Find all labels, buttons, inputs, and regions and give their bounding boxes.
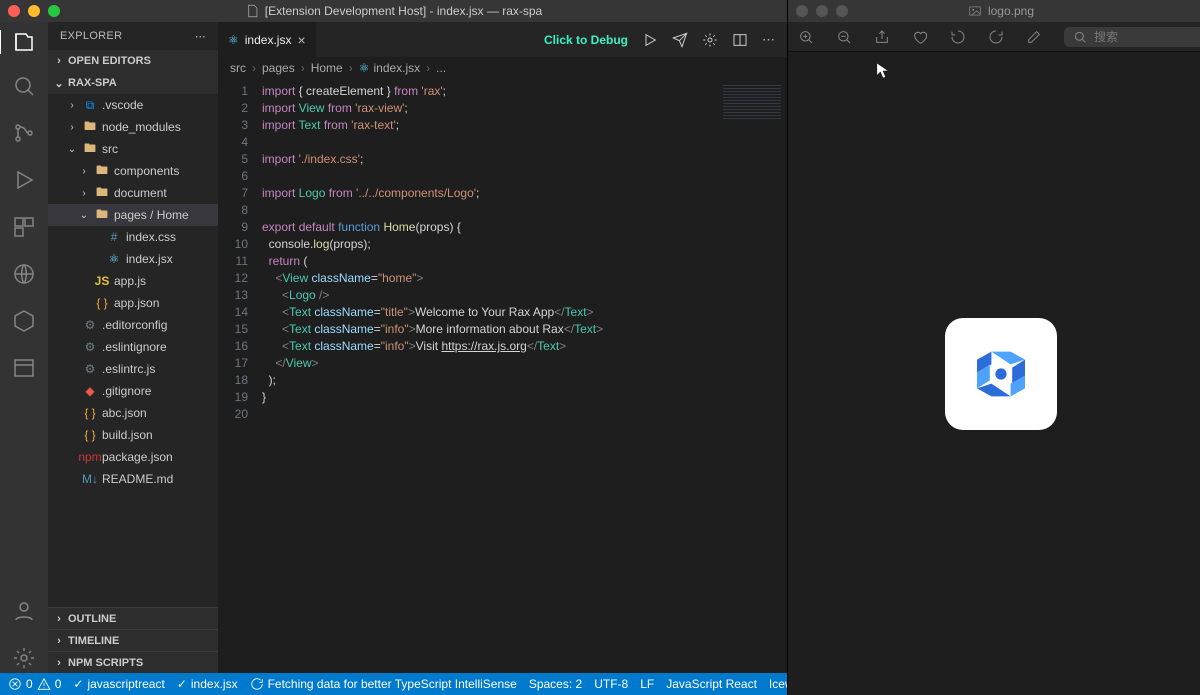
right-window-title: logo.png xyxy=(988,4,1034,18)
code[interactable]: import { createElement } from 'rax';impo… xyxy=(258,79,717,673)
heart-icon[interactable] xyxy=(912,29,928,45)
status-lang[interactable]: JavaScript React xyxy=(666,677,757,691)
tree-item-app-js[interactable]: JSapp.js xyxy=(48,270,218,292)
tabs-row: ⚛ index.jsx × Click to Debug ⋯ xyxy=(218,22,787,57)
split-editor-icon[interactable] xyxy=(732,32,748,48)
tree-item-package-json[interactable]: npmpackage.json xyxy=(48,446,218,468)
tab-index-jsx[interactable]: ⚛ index.jsx × xyxy=(218,22,317,57)
debug-hint: Click to Debug xyxy=(544,33,628,47)
sidebar: EXPLORER ⋯ ›OPEN EDITORS ⌄RAX-SPA ›⧉.vsc… xyxy=(48,22,218,673)
status-encoding[interactable]: UTF-8 xyxy=(594,677,628,691)
rotate-left-icon[interactable] xyxy=(950,29,966,45)
image-viewer-window: logo.png 搜索 xyxy=(787,0,1200,695)
breadcrumb-index-jsx[interactable]: ⚛ index.jsx xyxy=(359,61,420,75)
right-toolbar: 搜索 xyxy=(788,22,1200,52)
code-area[interactable]: 1234567891011121314151617181920 import {… xyxy=(218,79,787,673)
breadcrumb--[interactable]: ... xyxy=(436,61,446,75)
zoom-out-icon[interactable] xyxy=(836,29,852,45)
tree-item--gitignore[interactable]: ◆.gitignore xyxy=(48,380,218,402)
file-tree: ›⧉.vscode›🖿node_modules⌄🖿src›🖿components… xyxy=(48,94,218,607)
activity-iceworks[interactable] xyxy=(12,309,36,336)
search-icon xyxy=(1072,29,1088,45)
title-bar: [Extension Development Host] - index.jsx… xyxy=(0,0,787,22)
gutter: 1234567891011121314151617181920 xyxy=(218,79,258,673)
activity-scm[interactable] xyxy=(12,121,36,148)
tree-item--editorconfig[interactable]: ⚙.editorconfig xyxy=(48,314,218,336)
react-icon: ⚛ xyxy=(228,33,239,47)
activity-settings[interactable] xyxy=(12,646,36,673)
play-icon[interactable] xyxy=(642,32,658,48)
status-bar: 0 0 ✓ javascriptreact ✓ index.jsx Fetchi… xyxy=(0,673,787,695)
activity-panel-icon[interactable] xyxy=(12,356,36,383)
zoom-in-icon[interactable] xyxy=(798,29,814,45)
breadcrumb-home[interactable]: Home xyxy=(311,61,343,75)
send-icon[interactable] xyxy=(672,32,688,48)
search-placeholder: 搜索 xyxy=(1094,28,1118,45)
tab-label: index.jsx xyxy=(245,33,292,47)
rotate-right-icon[interactable] xyxy=(988,29,1004,45)
section-npm-scripts[interactable]: ›NPM SCRIPTS xyxy=(48,651,218,673)
status-eol[interactable]: LF xyxy=(640,677,654,691)
tree-item-components[interactable]: ›🖿components xyxy=(48,160,218,182)
search-input[interactable]: 搜索 xyxy=(1064,27,1200,47)
tab-close-icon[interactable]: × xyxy=(297,32,305,48)
activity-debug[interactable] xyxy=(12,168,36,195)
tree-item--vscode[interactable]: ›⧉.vscode xyxy=(48,94,218,116)
sidebar-more-icon[interactable]: ⋯ xyxy=(195,30,206,43)
tree-item-abc-json[interactable]: { }abc.json xyxy=(48,402,218,424)
tree-item--eslintrc-js[interactable]: ⚙.eslintrc.js xyxy=(48,358,218,380)
tree-item-node_modules[interactable]: ›🖿node_modules xyxy=(48,116,218,138)
breadcrumb-src[interactable]: src xyxy=(230,61,246,75)
vscode-window: [Extension Development Host] - index.jsx… xyxy=(0,0,787,695)
window-title: [Extension Development Host] - index.jsx… xyxy=(265,4,542,18)
traffic-lights xyxy=(8,5,60,17)
section-open-editors[interactable]: ›OPEN EDITORS xyxy=(48,50,218,72)
tree-item-document[interactable]: ›🖿document xyxy=(48,182,218,204)
minimap[interactable] xyxy=(717,79,787,673)
tree-item-index-css[interactable]: #index.css xyxy=(48,226,218,248)
breadcrumb-pages[interactable]: pages xyxy=(262,61,295,75)
sidebar-title: EXPLORER xyxy=(60,30,122,42)
fullscreen-window-button[interactable] xyxy=(836,5,848,17)
activity-account[interactable] xyxy=(12,599,36,626)
activity-search[interactable] xyxy=(12,74,36,101)
activity-bar xyxy=(0,22,48,673)
close-window-button[interactable] xyxy=(8,5,20,17)
activity-explorer[interactable] xyxy=(0,30,47,54)
status-spaces[interactable]: Spaces: 2 xyxy=(529,677,582,691)
editor: ⚛ index.jsx × Click to Debug ⋯ src›pages… xyxy=(218,22,787,673)
tree-item-src[interactable]: ⌄🖿src xyxy=(48,138,218,160)
edit-icon[interactable] xyxy=(1026,29,1042,45)
file-icon xyxy=(245,4,259,18)
status-message[interactable]: Fetching data for better TypeScript Inte… xyxy=(250,677,517,691)
logo-image xyxy=(945,318,1057,430)
status-lang-check[interactable]: ✓ javascriptreact xyxy=(73,677,164,691)
section-project[interactable]: ⌄RAX-SPA xyxy=(48,72,218,94)
tree-item-pages-home[interactable]: ⌄🖿pages / Home xyxy=(48,204,218,226)
image-icon xyxy=(968,4,982,18)
section-outline[interactable]: ›OUTLINE xyxy=(48,607,218,629)
right-title-bar: logo.png xyxy=(788,0,1200,22)
tree-item-app-json[interactable]: { }app.json xyxy=(48,292,218,314)
image-canvas[interactable] xyxy=(788,52,1200,695)
tree-item-readme-md[interactable]: M↓README.md xyxy=(48,468,218,490)
share-icon[interactable] xyxy=(874,29,890,45)
sidebar-header: EXPLORER ⋯ xyxy=(48,22,218,50)
fullscreen-window-button[interactable] xyxy=(48,5,60,17)
close-window-button[interactable] xyxy=(796,5,808,17)
minimize-window-button[interactable] xyxy=(816,5,828,17)
status-file[interactable]: ✓ index.jsx xyxy=(177,677,238,691)
settings-icon[interactable] xyxy=(702,32,718,48)
editor-more-icon[interactable]: ⋯ xyxy=(762,32,775,48)
minimize-window-button[interactable] xyxy=(28,5,40,17)
tree-item-index-jsx[interactable]: ⚛index.jsx xyxy=(48,248,218,270)
status-errors[interactable]: 0 0 xyxy=(8,677,61,691)
activity-remote[interactable] xyxy=(12,262,36,289)
section-timeline[interactable]: ›TIMELINE xyxy=(48,629,218,651)
activity-extensions[interactable] xyxy=(12,215,36,242)
breadcrumbs[interactable]: src›pages›Home›⚛ index.jsx›... xyxy=(218,57,787,79)
tree-item-build-json[interactable]: { }build.json xyxy=(48,424,218,446)
tree-item--eslintignore[interactable]: ⚙.eslintignore xyxy=(48,336,218,358)
